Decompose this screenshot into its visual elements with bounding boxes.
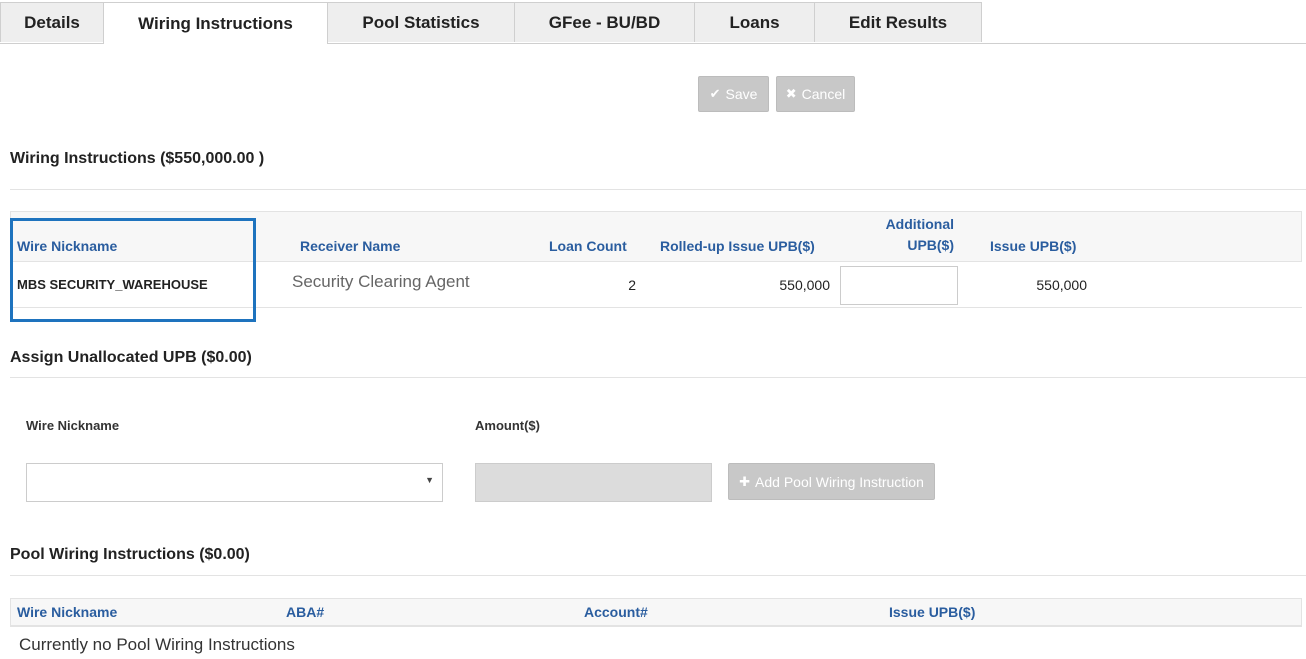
cancel-label: Cancel xyxy=(801,86,846,102)
tab-loans[interactable]: Loans xyxy=(694,2,815,42)
x-icon: ✖ xyxy=(785,86,797,101)
pool-header-account: Account# xyxy=(584,604,648,620)
tab-wiring-instructions[interactable]: Wiring Instructions xyxy=(103,2,328,44)
save-button[interactable]: ✔ Save xyxy=(698,76,769,112)
header-additional-line2: UPB($) xyxy=(907,237,954,253)
header-rolled-up-issue-upb: Rolled-up Issue UPB($) xyxy=(660,238,815,254)
header-issue-upb: Issue UPB($) xyxy=(990,238,1077,254)
tab-label: Details xyxy=(24,12,80,32)
amount-input[interactable] xyxy=(475,463,712,502)
tab-edit-results[interactable]: Edit Results xyxy=(814,2,982,42)
tab-label: Loans xyxy=(729,12,780,32)
section-divider xyxy=(10,189,1306,190)
row-loan-count: 2 xyxy=(628,277,636,293)
add-pool-wiring-instruction-button[interactable]: ✚ Add Pool Wiring Instruction xyxy=(728,463,935,500)
header-receiver-name: Receiver Name xyxy=(300,238,401,254)
assign-unallocated-title: Assign Unallocated UPB ($0.00) xyxy=(10,349,252,366)
wire-nickname-highlight xyxy=(10,218,256,322)
tab-gfee[interactable]: GFee - BU/BD xyxy=(514,2,695,42)
pool-header-wire-nickname: Wire Nickname xyxy=(17,604,118,620)
row-rolled-up-upb: 550,000 xyxy=(779,277,830,293)
pool-table-header xyxy=(10,598,1302,626)
pool-row-divider xyxy=(10,626,1302,627)
assign-amount-label: Amount($) xyxy=(475,418,540,433)
cancel-button[interactable]: ✖ Cancel xyxy=(776,76,855,112)
assign-wire-nickname-label: Wire Nickname xyxy=(26,418,120,433)
pool-empty-message: Currently no Pool Wiring Instructions xyxy=(19,635,295,654)
tab-bar: Details Wiring Instructions Pool Statist… xyxy=(0,0,1306,44)
wire-nickname-select[interactable]: ▼ xyxy=(26,463,443,502)
tab-pool-statistics[interactable]: Pool Statistics xyxy=(327,2,515,42)
section-divider xyxy=(10,575,1306,576)
tab-label: Wiring Instructions xyxy=(138,13,293,33)
chevron-down-icon: ▼ xyxy=(425,475,434,485)
tab-label: GFee - BU/BD xyxy=(548,12,661,32)
row-receiver-name: Security Clearing Agent xyxy=(292,272,470,291)
pool-header-issue-upb: Issue UPB($) xyxy=(889,604,976,620)
tab-label: Edit Results xyxy=(848,12,948,32)
pool-header-aba: ABA# xyxy=(286,604,325,620)
header-additional-line1: Additional xyxy=(885,216,954,232)
section-divider xyxy=(10,377,1306,378)
pool-wiring-title: Pool Wiring Instructions ($0.00) xyxy=(10,546,250,563)
save-label: Save xyxy=(725,86,758,102)
additional-upb-input[interactable] xyxy=(840,266,958,305)
add-button-label: Add Pool Wiring Instruction xyxy=(755,473,924,490)
row-issue-upb: 550,000 xyxy=(1036,277,1087,293)
tab-label: Pool Statistics xyxy=(362,12,480,32)
tab-details[interactable]: Details xyxy=(0,2,104,42)
header-loan-count: Loan Count xyxy=(549,238,627,254)
check-icon: ✔ xyxy=(709,86,721,101)
wiring-instructions-title: Wiring Instructions ($550,000.00 ) xyxy=(10,150,265,167)
header-additional-upb: Additional UPB($) xyxy=(854,214,954,256)
plus-icon: ✚ xyxy=(739,473,751,489)
